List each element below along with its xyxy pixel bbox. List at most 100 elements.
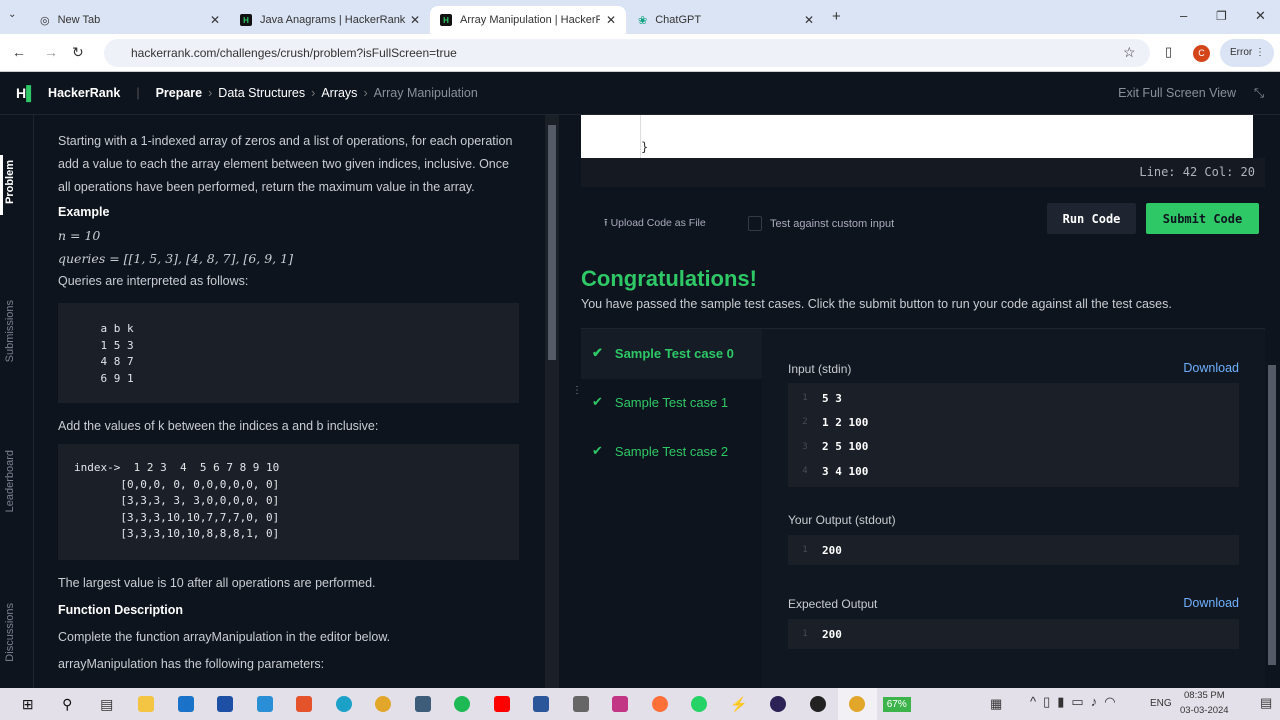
check-circle-icon: ✔ (592, 443, 603, 458)
exit-full-screen-link[interactable]: Exit Full Screen View (1118, 86, 1236, 100)
mail-icon[interactable] (166, 688, 206, 720)
tab-new-tab[interactable]: ◎ New Tab ✕ (30, 6, 230, 34)
index-code-block: index-> 1 2 3 4 5 6 7 8 9 10 [0,0,0, 0, … (58, 444, 519, 560)
output-box: 1 200 (788, 535, 1239, 565)
chrome-active-icon[interactable] (837, 688, 877, 720)
pane-splitter[interactable]: ⋮ (543, 115, 582, 688)
input-label: Input (stdin) (788, 362, 852, 376)
chrome-icon[interactable] (364, 688, 404, 720)
back-icon[interactable]: ← (12, 44, 26, 60)
battery-widget: 67% (877, 688, 917, 720)
spotify-icon[interactable] (443, 688, 483, 720)
download-input-link[interactable]: Download (1183, 361, 1239, 375)
hackerrank-favicon: H (240, 14, 252, 26)
minimize-icon[interactable]: – (1180, 8, 1187, 23)
breadcrumb-current: Array Manipulation (373, 86, 478, 100)
battery-percent: 67% (882, 696, 911, 712)
tab-discussions[interactable]: Discussions (4, 603, 16, 662)
app-icon[interactable] (403, 688, 443, 720)
n-value: n = 10 (58, 228, 101, 243)
youtube-icon[interactable] (482, 688, 522, 720)
brand-name[interactable]: HackerRank (48, 86, 120, 100)
expected-label: Expected Output (788, 597, 878, 611)
search-icon[interactable]: ⚲ (48, 688, 88, 720)
instagram-icon[interactable] (601, 688, 641, 720)
whatsapp-icon[interactable] (680, 688, 720, 720)
breadcrumb-separator: › (363, 86, 368, 100)
widget-icon[interactable]: ▦ (990, 696, 1002, 712)
download-expected-link[interactable]: Download (1183, 596, 1239, 610)
breadcrumb-data-structures[interactable]: Data Structures (218, 86, 305, 100)
test-case-list (581, 329, 762, 689)
close-tab-icon[interactable]: ✕ (410, 13, 420, 27)
congratulations-heading: Congratulations! (581, 266, 757, 291)
brave-icon[interactable] (285, 688, 325, 720)
submit-code-button[interactable]: Submit Code (1146, 203, 1259, 234)
tab-label: Array Manipulation | HackerRank (460, 14, 600, 26)
collapse-icon[interactable]: ⤡ (1254, 86, 1264, 101)
test-case-0[interactable]: ✔ Sample Test case 0 (592, 345, 734, 361)
camera-icon[interactable] (561, 688, 601, 720)
upload-code-button[interactable]: ⭱ Upload Code as File (604, 215, 706, 233)
eclipse-icon[interactable] (759, 688, 799, 720)
test-case-1[interactable]: ✔ Sample Test case 1 (592, 394, 728, 410)
clock-date[interactable]: 03-03-2024 (1180, 705, 1229, 716)
tab-label: New Tab (57, 14, 101, 26)
tab-leaderboard[interactable]: Leaderboard (4, 450, 16, 512)
problem-scrollbar[interactable] (545, 115, 559, 688)
notification-icon[interactable]: ▤ (1260, 695, 1272, 711)
scrollbar-thumb[interactable] (1268, 365, 1276, 665)
new-tab-icon[interactable]: + (832, 8, 841, 25)
app-bolt-icon[interactable]: ⚡ (719, 688, 759, 720)
maximize-icon[interactable]: ❐ (1216, 9, 1227, 23)
right-scrollbar[interactable] (1265, 115, 1280, 688)
parameters-text: arrayManipulation has the following para… (58, 657, 325, 671)
tab-submissions[interactable]: Submissions (4, 300, 16, 362)
close-window-icon[interactable]: ✕ (1255, 8, 1266, 24)
reload-icon[interactable]: ↻ (72, 44, 84, 61)
profile-avatar[interactable]: C (1193, 45, 1210, 62)
hackerrank-logo-icon[interactable]: H▌ (16, 85, 36, 101)
task-view-icon[interactable]: ▤ (87, 688, 127, 720)
code-editor[interactable]: } (581, 115, 1253, 158)
custom-input-checkbox[interactable] (748, 216, 762, 231)
forward-icon[interactable]: → (44, 44, 58, 60)
interp-text: Queries are interpreted as follows: (58, 274, 249, 288)
close-tab-icon[interactable]: ✕ (804, 13, 814, 27)
expected-line: 200 (822, 627, 842, 641)
tab-label: ChatGPT (655, 14, 702, 26)
breadcrumb-arrays[interactable]: Arrays (321, 86, 357, 100)
close-tab-icon[interactable]: ✕ (210, 13, 220, 27)
tab-java-anagrams[interactable]: H Java Anagrams | HackerRank ✕ (230, 6, 430, 34)
input-line: 1 2 100 (822, 415, 869, 429)
language-indicator[interactable]: ENG (1150, 698, 1172, 709)
close-tab-icon[interactable]: ✕ (606, 13, 616, 27)
breadcrumb-prepare[interactable]: Prepare (156, 86, 203, 100)
edge-icon[interactable] (324, 688, 364, 720)
windows-taskbar: ⊞ ⚲ ▤ ⚡ 67% ▦ ^▯▮▭♪◠ ENG 08:35 PM 03-03-… (0, 688, 1280, 720)
tab-problem[interactable]: Problem (4, 160, 16, 204)
tab-search-icon[interactable]: ⌄ (8, 9, 16, 20)
bookmark-star-icon[interactable]: ☆ (1123, 44, 1136, 61)
file-explorer-icon[interactable] (127, 688, 167, 720)
test-case-2[interactable]: ✔ Sample Test case 2 (592, 443, 728, 459)
firefox-icon[interactable] (640, 688, 680, 720)
browser-tab-strip: ⌄ ◎ New Tab ✕ H Java Anagrams | HackerRank ✕… (0, 0, 1280, 34)
scrollbar-thumb[interactable] (548, 125, 556, 360)
run-code-button[interactable]: Run Code (1047, 203, 1136, 234)
start-icon[interactable]: ⊞ (8, 688, 48, 720)
app-icon[interactable] (798, 688, 838, 720)
tab-array-manipulation[interactable]: H Array Manipulation | HackerRank ✕ (430, 6, 626, 34)
result-message: You have passed the sample test cases. C… (581, 297, 1172, 311)
url-input[interactable]: hackerrank.com/challenges/crush/problem?… (104, 39, 1150, 67)
error-button[interactable]: Error ⋮ (1220, 39, 1274, 67)
custom-input-label[interactable]: Test against custom input (770, 218, 894, 230)
word-icon[interactable] (522, 688, 562, 720)
side-panel-icon[interactable]: ▯ (1165, 44, 1172, 60)
tab-chatgpt[interactable]: ❀ ChatGPT ✕ (628, 6, 824, 34)
app-l-icon[interactable] (206, 688, 246, 720)
vscode-icon[interactable] (245, 688, 285, 720)
expected-box: 1 200 (788, 619, 1239, 649)
system-tray-icons[interactable]: ^▯▮▭♪◠ (1030, 694, 1123, 710)
clock-time[interactable]: 08:35 PM (1184, 690, 1225, 701)
